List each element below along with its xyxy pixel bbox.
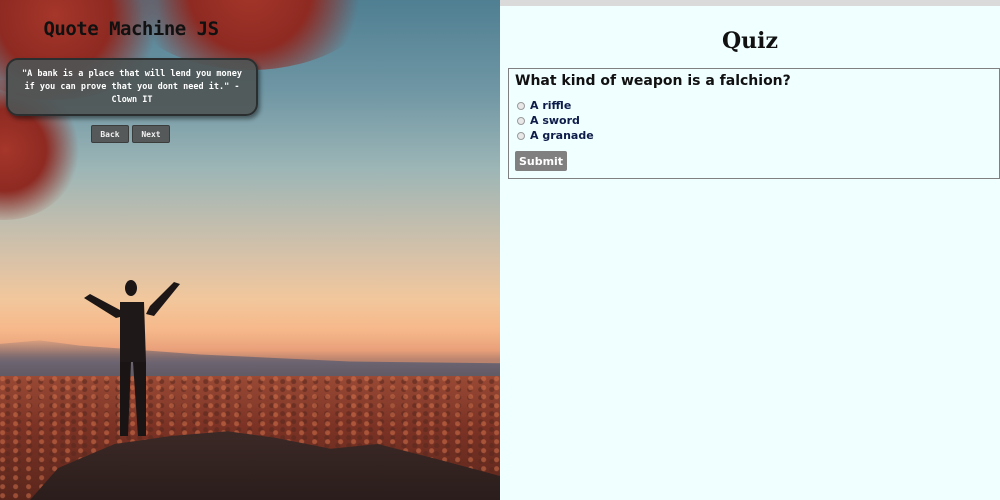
submit-button[interactable]: Submit xyxy=(515,151,567,171)
answer-option-sword[interactable]: A sword xyxy=(517,114,580,127)
quiz-form: What kind of weapon is a falchion? A rif… xyxy=(508,68,1000,179)
next-button[interactable]: Next xyxy=(132,125,170,143)
quote-machine-panel: Quote Machine JS "A bank is a place that… xyxy=(0,0,500,500)
quote-box: "A bank is a place that will lend you mo… xyxy=(6,58,258,116)
radio-button[interactable] xyxy=(517,101,525,110)
back-button[interactable]: Back xyxy=(91,125,129,143)
quiz-title: Quiz xyxy=(721,28,778,54)
question-text: What kind of weapon is a falchion? xyxy=(515,73,791,89)
person-silhouette-image xyxy=(84,280,180,436)
answer-option-granade[interactable]: A granade xyxy=(517,129,594,142)
radio-button[interactable] xyxy=(517,131,525,140)
answer-label: A riffle xyxy=(530,99,572,112)
answer-label: A granade xyxy=(530,129,594,142)
quote-text: "A bank is a place that will lend you mo… xyxy=(21,68,243,105)
mountains-background xyxy=(0,340,500,380)
answer-option-riffle[interactable]: A riffle xyxy=(517,99,571,112)
quiz-panel: Quiz What kind of weapon is a falchion? … xyxy=(500,0,1000,500)
answer-label: A sword xyxy=(530,114,580,127)
quote-machine-title: Quote Machine JS xyxy=(43,18,219,40)
radio-button[interactable] xyxy=(517,116,525,125)
